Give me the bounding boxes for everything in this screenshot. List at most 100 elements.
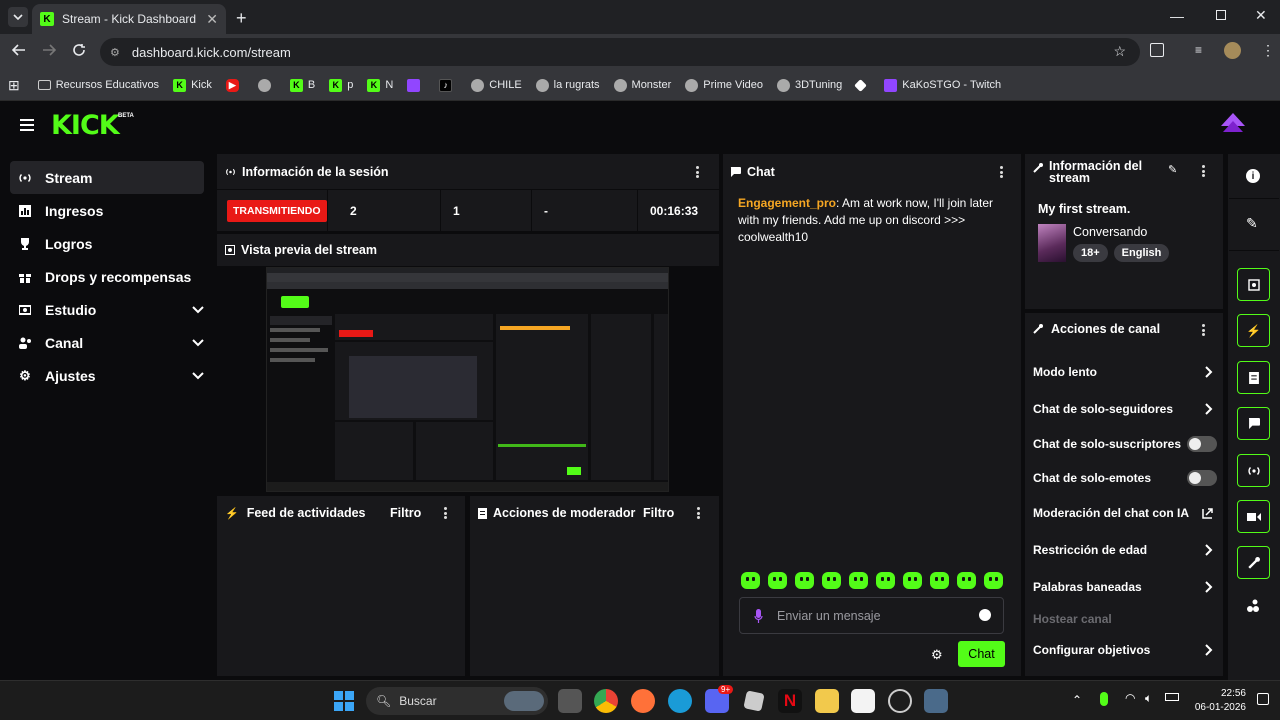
bookmark-kakostgo[interactable]: KaKoSTGO - Twitch xyxy=(884,78,1001,92)
category-name[interactable]: Conversando xyxy=(1073,225,1147,239)
new-tab-button[interactable]: + xyxy=(236,8,247,29)
sidebar-item-stream[interactable]: Stream xyxy=(10,161,204,194)
clock[interactable]: 22:56 06-01-2026 xyxy=(1190,687,1246,715)
steam-icon[interactable] xyxy=(888,689,912,713)
bookmark-rugrats[interactable]: la rugrats xyxy=(535,78,600,92)
emote-icon[interactable] xyxy=(768,572,787,589)
bookmark-kick[interactable]: K Kick xyxy=(173,78,212,92)
tab-search-button[interactable] xyxy=(8,7,28,27)
forward-button[interactable] xyxy=(42,43,56,57)
emote-icon[interactable] xyxy=(741,572,760,589)
omnibox[interactable]: ⚙ dashboard.kick.com/stream ☆ xyxy=(100,38,1140,66)
more-options-icon[interactable] xyxy=(443,507,447,519)
user-avatar-icon[interactable] xyxy=(1221,113,1245,135)
emote-icon[interactable] xyxy=(822,572,841,589)
back-button[interactable] xyxy=(12,43,26,57)
action-solo-emotes[interactable]: Chat de solo-emotes xyxy=(1033,468,1223,488)
bookmark-n[interactable]: KN xyxy=(367,78,393,92)
sidebar-item-ingresos[interactable]: Ingresos xyxy=(10,194,204,227)
bookmark-twitch[interactable] xyxy=(407,78,425,92)
bookmark-monster[interactable]: Monster xyxy=(613,78,671,92)
more-options-icon[interactable] xyxy=(696,507,700,519)
preview-widget-button[interactable] xyxy=(1237,268,1270,301)
file-explorer-icon[interactable] xyxy=(815,689,839,713)
video-widget-button[interactable] xyxy=(1237,500,1270,533)
actions-widget-button[interactable] xyxy=(1237,546,1270,579)
bookmark-prime[interactable]: Prime Video xyxy=(685,78,763,92)
volume-icon[interactable]: 🔈︎ xyxy=(1145,691,1152,706)
edit-pencil-icon[interactable]: ✎ xyxy=(1246,215,1258,232)
bookmark-recursos[interactable]: Recursos Educativos xyxy=(37,79,159,91)
taskbar-search[interactable]: 🔍︎ Buscar xyxy=(366,687,548,715)
netflix-icon[interactable]: N xyxy=(778,689,802,713)
action-modo-lento[interactable]: Modo lento xyxy=(1033,362,1223,382)
moderator-widget-button[interactable] xyxy=(1237,361,1270,394)
microphone-icon[interactable] xyxy=(754,608,763,623)
action-palabras-baneadas[interactable]: Palabras baneadas xyxy=(1033,577,1223,597)
notifications-icon[interactable] xyxy=(1257,693,1269,705)
minimize-button[interactable]: — xyxy=(1170,8,1184,24)
action-solo-seguidores[interactable]: Chat de solo-seguidores xyxy=(1033,399,1223,419)
emote-icon[interactable] xyxy=(795,572,814,589)
stream-preview-video[interactable] xyxy=(266,267,669,492)
star-icon[interactable]: ☆ xyxy=(1113,43,1126,60)
bookmark-3dtuning[interactable]: 3DTuning xyxy=(777,78,842,92)
reload-button[interactable] xyxy=(72,43,86,57)
app-icon[interactable] xyxy=(924,689,948,713)
emote-icon[interactable] xyxy=(957,572,976,589)
menu-icon[interactable]: ⋮ xyxy=(1261,42,1275,59)
close-icon[interactable]: ✕ xyxy=(206,11,218,28)
more-options-icon[interactable] xyxy=(999,166,1003,178)
action-configurar-objetivos[interactable]: Configurar objetivos xyxy=(1033,640,1223,660)
kick-logo[interactable]: KICK xyxy=(51,110,120,141)
activity-widget-button[interactable]: ⚡ xyxy=(1237,314,1270,347)
category-thumbnail[interactable] xyxy=(1038,224,1066,262)
edge-icon[interactable] xyxy=(668,689,692,713)
site-info-icon[interactable]: ⚙ xyxy=(110,46,120,59)
chat-settings-gear-icon[interactable]: ⚙ xyxy=(931,647,943,663)
close-window-button[interactable]: ✕ xyxy=(1255,7,1267,24)
bookmark-globe[interactable] xyxy=(257,78,276,92)
hamburger-menu-icon[interactable] xyxy=(20,119,34,131)
sidebar-item-canal[interactable]: Canal xyxy=(10,326,204,359)
edit-pencil-icon[interactable]: ✎ xyxy=(1168,163,1177,176)
emote-icon[interactable] xyxy=(930,572,949,589)
store-icon[interactable] xyxy=(851,689,875,713)
chat-widget-button[interactable] xyxy=(1237,407,1270,440)
bookmark-b[interactable]: KB xyxy=(289,78,315,92)
more-options-icon[interactable] xyxy=(1201,324,1205,336)
microphone-icon[interactable] xyxy=(1100,692,1108,706)
task-view-icon[interactable] xyxy=(558,689,582,713)
chevron-up-icon[interactable]: ⌃ xyxy=(1072,693,1082,707)
emoji-picker-icon[interactable] xyxy=(979,609,991,621)
bookmark-p[interactable]: Kp xyxy=(329,78,353,92)
bookmark-youtube[interactable]: ▶ xyxy=(225,78,244,92)
sidebar-item-drops[interactable]: Drops y recompensas xyxy=(10,260,204,293)
action-restriccion-edad[interactable]: Restricción de edad xyxy=(1033,540,1223,560)
sidebar-item-logros[interactable]: Logros xyxy=(10,227,204,260)
roblox-icon[interactable] xyxy=(743,690,765,712)
emote-icon[interactable] xyxy=(984,572,1003,589)
more-options-icon[interactable] xyxy=(1201,165,1205,177)
chrome-icon[interactable] xyxy=(594,689,618,713)
send-chat-button[interactable]: Chat xyxy=(958,641,1005,667)
more-options-icon[interactable] xyxy=(695,166,699,178)
sidebar-item-ajustes[interactable]: ⚙ Ajustes xyxy=(10,359,204,392)
filter-button[interactable]: Filtro xyxy=(390,506,421,520)
battery-icon[interactable] xyxy=(1165,693,1179,701)
info-icon[interactable]: i xyxy=(1246,169,1260,183)
media-icon[interactable]: ≡ xyxy=(1195,43,1202,57)
action-solo-suscriptores[interactable]: Chat de solo-suscriptores xyxy=(1033,434,1223,454)
bookmark-chile[interactable]: CHILE xyxy=(471,78,522,92)
emote-icon[interactable] xyxy=(903,572,922,589)
extensions-icon[interactable] xyxy=(1150,43,1164,57)
emote-icon[interactable] xyxy=(849,572,868,589)
bookmark-diamond[interactable] xyxy=(854,78,870,92)
emote-icon[interactable] xyxy=(876,572,895,589)
maximize-button[interactable] xyxy=(1216,10,1226,20)
session-widget-button[interactable] xyxy=(1237,454,1270,487)
wifi-icon[interactable]: ◠ xyxy=(1125,691,1135,705)
solo-emotes-toggle[interactable] xyxy=(1187,470,1217,486)
browser-tab[interactable]: K Stream - Kick Dashboard ✕ xyxy=(32,4,226,34)
action-moderacion-ia[interactable]: Moderación del chat con IA xyxy=(1033,503,1223,523)
